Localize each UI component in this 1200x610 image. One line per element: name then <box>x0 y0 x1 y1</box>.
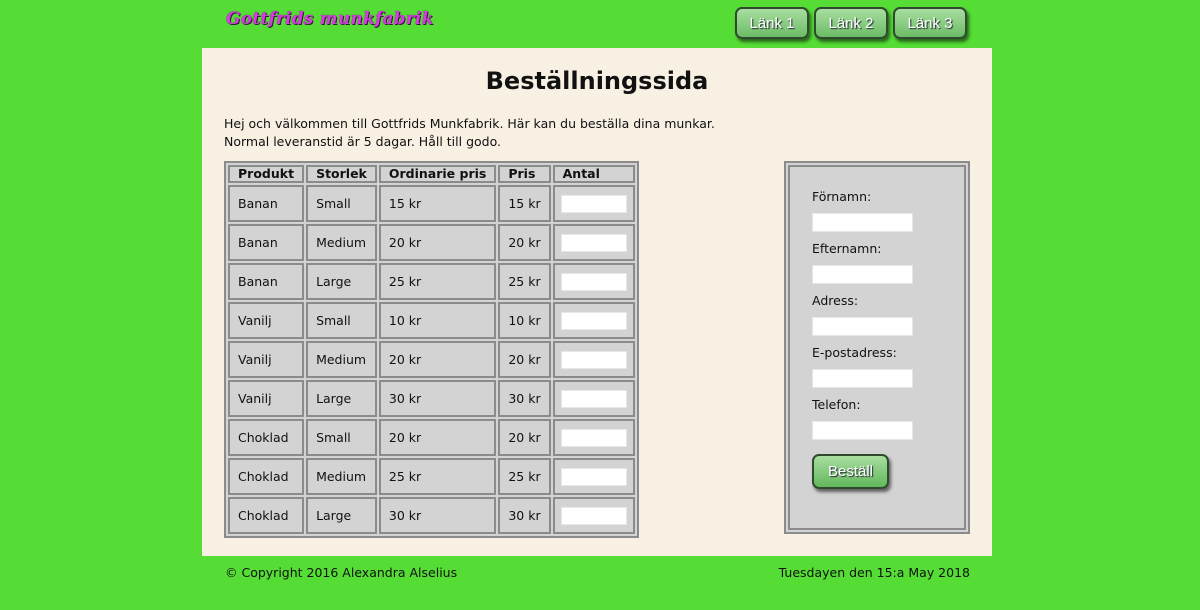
cell-price: 20 kr <box>498 419 551 456</box>
cell-price: 20 kr <box>498 224 551 261</box>
cell-size: Large <box>306 263 377 300</box>
last-name-label: Efternamn: <box>812 241 882 256</box>
cell-size: Large <box>306 497 377 534</box>
table-row: Vanilj Small 10 kr 10 kr <box>228 302 635 339</box>
top-nav: Länk 1 Länk 2 Länk 3 <box>735 7 967 39</box>
cell-quantity <box>552 380 635 417</box>
cell-product: Vanilj <box>228 302 305 339</box>
cell-size: Small <box>306 302 377 339</box>
cell-price: 25 kr <box>498 458 551 495</box>
cell-product: Vanilj <box>228 341 305 378</box>
footer-copyright: © Copyright 2016 Alexandra Alselius <box>225 565 458 580</box>
cell-regular-price: 15 kr <box>378 185 497 222</box>
cell-size: Large <box>306 380 377 417</box>
cell-regular-price: 30 kr <box>378 380 497 417</box>
cell-price: 25 kr <box>498 263 551 300</box>
cell-quantity <box>552 302 635 339</box>
table-header-row: Produkt Storlek Ordinarie pris Pris Anta… <box>228 165 635 183</box>
cell-regular-price: 20 kr <box>378 224 497 261</box>
table-row: Banan Large 25 kr 25 kr <box>228 263 635 300</box>
page-title: Beställningssida <box>485 67 709 95</box>
cell-product: Choklad <box>228 458 305 495</box>
product-table: Produkt Storlek Ordinarie pris Pris Anta… <box>224 161 639 538</box>
main-content: Beställningssida Hej och välkommen till … <box>202 48 992 556</box>
nav-link-1[interactable]: Länk 1 <box>735 7 809 39</box>
cell-regular-price: 25 kr <box>378 458 497 495</box>
intro-line-2: Normal leveranstid är 5 dagar. Håll till… <box>224 134 501 149</box>
table-row: Banan Medium 20 kr 20 kr <box>228 224 635 261</box>
phone-input[interactable] <box>812 421 913 440</box>
quantity-input[interactable] <box>560 272 627 291</box>
cell-quantity <box>552 458 635 495</box>
table-row: Choklad Small 20 kr 20 kr <box>228 419 635 456</box>
email-label: E-postadress: <box>812 345 897 360</box>
cell-price: 20 kr <box>498 341 551 378</box>
cell-quantity <box>552 419 635 456</box>
column-header-price: Pris <box>498 165 551 183</box>
cell-product: Banan <box>228 263 305 300</box>
cell-quantity <box>552 497 635 534</box>
quantity-input[interactable] <box>560 389 627 408</box>
table-row: Vanilj Medium 20 kr 20 kr <box>228 341 635 378</box>
cell-size: Medium <box>306 341 377 378</box>
email-input[interactable] <box>812 369 913 388</box>
table-row: Choklad Large 30 kr 30 kr <box>228 497 635 534</box>
cell-product: Vanilj <box>228 380 305 417</box>
address-input[interactable] <box>812 317 913 336</box>
cell-price: 30 kr <box>498 497 551 534</box>
cell-quantity <box>552 224 635 261</box>
cell-regular-price: 20 kr <box>378 419 497 456</box>
quantity-input[interactable] <box>560 194 627 213</box>
order-button[interactable]: Beställ <box>812 454 889 489</box>
cell-regular-price: 30 kr <box>378 497 497 534</box>
order-form-inner: Förnamn: Efternamn: Adress: E-postadress… <box>788 165 966 530</box>
cell-quantity <box>552 185 635 222</box>
cell-price: 30 kr <box>498 380 551 417</box>
cell-size: Medium <box>306 458 377 495</box>
last-name-input[interactable] <box>812 265 913 284</box>
cell-product: Choklad <box>228 419 305 456</box>
table-row: Choklad Medium 25 kr 25 kr <box>228 458 635 495</box>
cell-price: 10 kr <box>498 302 551 339</box>
column-header-regular-price: Ordinarie pris <box>378 165 497 183</box>
intro-text: Hej och välkommen till Gottfrids Munkfab… <box>224 115 715 151</box>
column-header-size: Storlek <box>306 165 377 183</box>
cell-regular-price: 25 kr <box>378 263 497 300</box>
column-header-product: Produkt <box>228 165 305 183</box>
cell-product: Banan <box>228 185 305 222</box>
quantity-input[interactable] <box>560 428 627 447</box>
table-row: Vanilj Large 30 kr 30 kr <box>228 380 635 417</box>
quantity-input[interactable] <box>560 467 627 486</box>
order-form: Förnamn: Efternamn: Adress: E-postadress… <box>784 161 970 534</box>
quantity-input[interactable] <box>560 233 627 252</box>
cell-price: 15 kr <box>498 185 551 222</box>
phone-label: Telefon: <box>812 397 861 412</box>
cell-size: Small <box>306 419 377 456</box>
footer-date: Tuesdayen den 15:a May 2018 <box>778 565 970 580</box>
nav-link-2[interactable]: Länk 2 <box>814 7 888 39</box>
table-row: Banan Small 15 kr 15 kr <box>228 185 635 222</box>
nav-link-3[interactable]: Länk 3 <box>893 7 967 39</box>
address-label: Adress: <box>812 293 859 308</box>
first-name-input[interactable] <box>812 213 913 232</box>
cell-product: Choklad <box>228 497 305 534</box>
quantity-input[interactable] <box>560 311 627 330</box>
cell-quantity <box>552 263 635 300</box>
quantity-input[interactable] <box>560 506 627 525</box>
cell-product: Banan <box>228 224 305 261</box>
column-header-quantity: Antal <box>552 165 635 183</box>
cell-regular-price: 20 kr <box>378 341 497 378</box>
intro-line-1: Hej och välkommen till Gottfrids Munkfab… <box>224 116 715 131</box>
first-name-label: Förnamn: <box>812 189 872 204</box>
cell-size: Small <box>306 185 377 222</box>
site-logo[interactable]: Gottfrids munkfabrik <box>226 9 434 29</box>
quantity-input[interactable] <box>560 350 627 369</box>
cell-regular-price: 10 kr <box>378 302 497 339</box>
cell-size: Medium <box>306 224 377 261</box>
cell-quantity <box>552 341 635 378</box>
